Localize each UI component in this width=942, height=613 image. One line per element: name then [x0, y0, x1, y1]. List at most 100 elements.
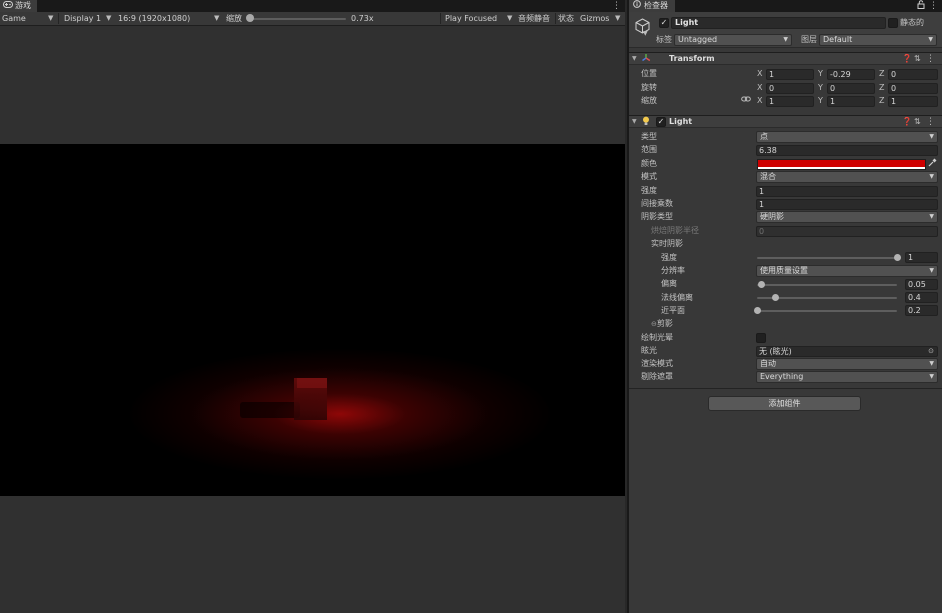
chevron-down-icon: ▼ [929, 373, 934, 380]
shadow-bias-slider[interactable] [757, 284, 897, 286]
chevron-down-icon[interactable]: ▼ [632, 116, 637, 128]
indirect-multiplier-field[interactable]: 1 [756, 199, 938, 210]
shadow-resolution-dropdown[interactable]: 使用质量设置 ▼ [756, 265, 938, 277]
color-alpha-bar [758, 167, 925, 169]
near-plane-field[interactable]: 0.2 [905, 305, 938, 316]
render-mode-dropdown[interactable]: 自动 ▼ [756, 358, 938, 370]
toolbar-divider [58, 13, 59, 24]
inspector-tab-bar: 检查器 ⋮ [629, 0, 942, 12]
baked-shadow-radius-field: 0 [756, 226, 938, 237]
culling-mask-label: 剔除遮罩 [641, 372, 673, 381]
shadow-bias-thumb[interactable] [757, 281, 765, 288]
tab-inspector[interactable]: 检查器 [629, 0, 675, 12]
scale-value: 0.73x [351, 14, 374, 23]
scale-slider-track[interactable] [250, 18, 346, 20]
help-icon[interactable]: ❓ [902, 53, 912, 65]
range-label: 范围 [641, 145, 657, 154]
preset-icon[interactable]: ⇅ [914, 53, 921, 65]
chevron-down-icon[interactable]: ▼ [643, 28, 648, 40]
aspect-dropdown[interactable]: 16:9 (1920x1080) [118, 12, 190, 25]
shadow-bias-field[interactable]: 0.05 [905, 279, 938, 290]
near-plane-slider[interactable] [757, 310, 897, 312]
component-menu-icon[interactable]: ⋮ [926, 53, 935, 65]
culling-mask-dropdown[interactable]: Everything ▼ [756, 371, 938, 383]
gizmos-button[interactable]: Gizmos [580, 12, 609, 25]
light-header[interactable]: ▼ ✓ Light ❓ ⇅ ⋮ [629, 115, 942, 128]
transform-header[interactable]: ▼ Transform ❓ ⇅ ⋮ [629, 52, 942, 65]
gamepad-icon [3, 0, 13, 12]
position-label: 位置 [641, 69, 657, 78]
position-x-field[interactable]: 1 [766, 69, 814, 80]
intensity-field[interactable]: 1 [756, 186, 938, 197]
cube-shadow [240, 402, 300, 418]
link-icon[interactable] [741, 95, 751, 107]
baked-shadow-radius-label: 烘焙阴影半径 [651, 226, 699, 235]
position-y-field[interactable]: -0.29 [827, 69, 875, 80]
rotation-y-field[interactable]: 0 [827, 83, 875, 94]
rotation-z-axis: Z [879, 83, 885, 92]
layer-dropdown[interactable]: Default ▼ [819, 34, 937, 46]
game-mode-dropdown[interactable]: Game [2, 12, 26, 25]
color-label: 颜色 [641, 159, 657, 168]
game-view-panel: 游戏 ⋮ Game ▼ Display 1 ▼ 16:9 (1920x1080)… [0, 0, 625, 613]
preset-icon[interactable]: ⇅ [914, 116, 921, 128]
stats-button[interactable]: 状态 [558, 12, 574, 25]
chevron-down-icon[interactable]: ▼ [632, 53, 637, 65]
draw-halo-label: 绘制光晕 [641, 333, 673, 342]
scale-z-field[interactable]: 1 [888, 96, 938, 107]
shadow-strength-slider[interactable] [757, 257, 897, 259]
normal-bias-label: 法线偏离 [661, 293, 693, 302]
help-icon[interactable]: ❓ [902, 116, 912, 128]
inspector-menu-icon[interactable]: ⋮ [929, 0, 938, 12]
near-plane-thumb[interactable] [754, 307, 761, 314]
shadow-bias-label: 偏离 [661, 279, 677, 288]
game-letterbox-bottom [0, 496, 625, 613]
mute-audio-button[interactable]: 音频静音 [518, 12, 550, 25]
gameobject-name-field[interactable]: Light [671, 17, 886, 29]
intensity-label: 强度 [641, 186, 657, 195]
layer-label: 图层 [801, 35, 817, 44]
eyedropper-icon[interactable] [928, 158, 937, 171]
draw-halo-checkbox[interactable] [756, 333, 766, 343]
inspector-panel: 检查器 ⋮ ▼ ✓ Light 静态的 标签 Untagged ▼ 图层 Defa… [627, 0, 942, 613]
display-dropdown[interactable]: Display 1 [64, 12, 101, 25]
light-enabled-checkbox[interactable]: ✓ [656, 117, 666, 127]
position-z-field[interactable]: 0 [888, 69, 938, 80]
shadow-strength-thumb[interactable] [894, 254, 901, 261]
light-type-label: 类型 [641, 132, 657, 141]
position-z-axis: Z [879, 69, 885, 78]
shadow-strength-field[interactable]: 1 [905, 252, 938, 263]
play-mode-dropdown[interactable]: Play Focused [445, 12, 497, 25]
scale-x-axis: X [757, 96, 763, 105]
position-y-axis: Y [818, 69, 823, 78]
shadow-strength-label: 强度 [661, 253, 677, 262]
scale-x-field[interactable]: 1 [766, 96, 814, 107]
scale-slider-thumb[interactable] [246, 14, 254, 22]
rotation-z-field[interactable]: 0 [888, 83, 938, 94]
indirect-multiplier-label: 间接乘数 [641, 199, 673, 208]
mode-dropdown[interactable]: 混合 ▼ [756, 171, 938, 183]
shadow-type-dropdown[interactable]: 硬阴影 ▼ [756, 211, 938, 223]
game-render-view[interactable] [0, 144, 625, 496]
component-menu-icon[interactable]: ⋮ [926, 116, 935, 128]
scale-y-field[interactable]: 1 [827, 96, 875, 107]
light-type-dropdown[interactable]: 点 ▼ [756, 131, 938, 143]
transform-axes-icon [641, 53, 651, 67]
object-picker-icon[interactable]: ⊙ [928, 347, 934, 356]
tab-game[interactable]: 游戏 [0, 0, 37, 12]
flare-field[interactable]: 无 (眩光) ⊙ [756, 346, 938, 357]
color-swatch[interactable] [757, 159, 926, 170]
range-field[interactable]: 6.38 [756, 145, 938, 156]
game-tab-menu-icon[interactable]: ⋮ [612, 0, 621, 12]
chevron-down-icon: ▼ [929, 173, 934, 180]
red-light-glow [130, 349, 550, 479]
scale-label: 缩放 [641, 96, 657, 105]
add-component-button[interactable]: 添加组件 [708, 396, 861, 411]
normal-bias-field[interactable]: 0.4 [905, 292, 938, 303]
rotation-x-field[interactable]: 0 [766, 83, 814, 94]
tag-dropdown[interactable]: Untagged ▼ [674, 34, 792, 46]
normal-bias-thumb[interactable] [772, 294, 780, 301]
static-checkbox[interactable] [888, 18, 898, 28]
gameobject-active-checkbox[interactable]: ✓ [659, 18, 669, 28]
tab-inspector-label: 检查器 [644, 1, 668, 10]
